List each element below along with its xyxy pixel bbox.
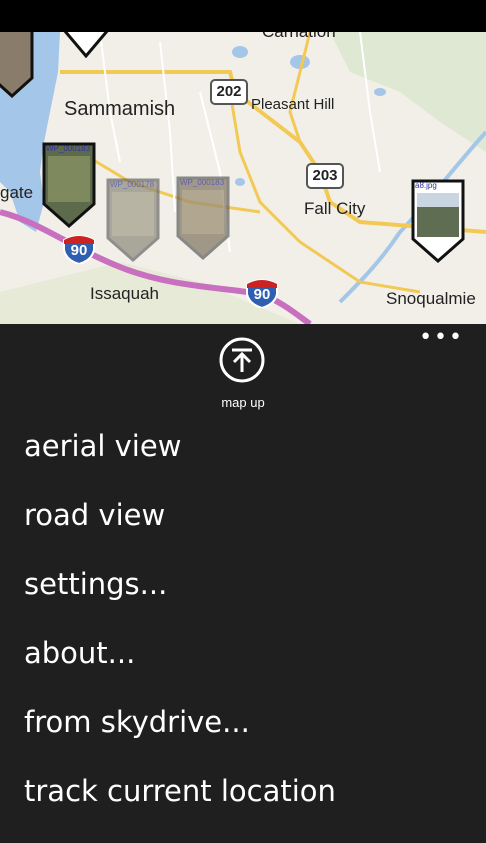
menu-item-from-skydrive[interactable]: from skydrive...: [24, 705, 336, 774]
highway-shield-202: 202: [210, 79, 248, 105]
status-bar: [0, 0, 486, 32]
place-label-sammamish: Sammamish: [64, 98, 176, 120]
arrow-up-to-line-icon: [219, 337, 265, 383]
map-up-label: map up: [221, 395, 265, 410]
photo-pin-3[interactable]: WP_000183: [176, 176, 230, 260]
photo-pin-3-label: WP_000183: [180, 178, 225, 187]
menu-item-road-view[interactable]: road view: [24, 498, 336, 567]
menu-item-settings[interactable]: settings...: [24, 567, 336, 636]
photo-pin-2-label: WP_000178: [110, 180, 155, 189]
highway-shield-203: 203: [306, 163, 344, 189]
application-bar: ••• map up aerial view road view setting…: [0, 324, 486, 810]
interstate-shield-90-east: 90: [245, 278, 279, 308]
place-label-issaquah: Issaquah: [90, 284, 159, 303]
place-label-pleasant-hill: Pleasant Hill: [251, 96, 335, 113]
ellipsis-icon[interactable]: •••: [419, 327, 464, 349]
photo-pin-partial-2[interactable]: [62, 32, 110, 58]
menu-item-aerial-view[interactable]: aerial view: [24, 429, 336, 498]
photo-pin-4[interactable]: a8.jpg: [411, 179, 465, 263]
place-label-snoqualmie: Snoqualmie: [386, 289, 476, 308]
photo-pin-1[interactable]: WP_000183 99: [42, 142, 96, 228]
map-up-button[interactable]: [219, 337, 265, 383]
place-label-gate: gate: [0, 183, 34, 202]
place-label-carnation: Carnation: [262, 32, 336, 42]
interstate-shield-90-west: 90: [62, 234, 96, 264]
place-label-fall-city: Fall City: [304, 199, 366, 218]
photo-pin-1-label: WP_000183 99: [46, 144, 92, 153]
photo-pin-partial[interactable]: [0, 32, 34, 98]
appbar-menu: aerial view road view settings... about.…: [24, 429, 336, 843]
menu-item-track-current-location[interactable]: track current location: [24, 774, 336, 843]
map-view[interactable]: Carnation Sammamish Pleasant Hill Fall C…: [0, 32, 486, 324]
menu-item-about[interactable]: about...: [24, 636, 336, 705]
photo-pin-2[interactable]: WP_000178: [106, 178, 160, 262]
photo-pin-4-label: a8.jpg: [415, 181, 437, 190]
